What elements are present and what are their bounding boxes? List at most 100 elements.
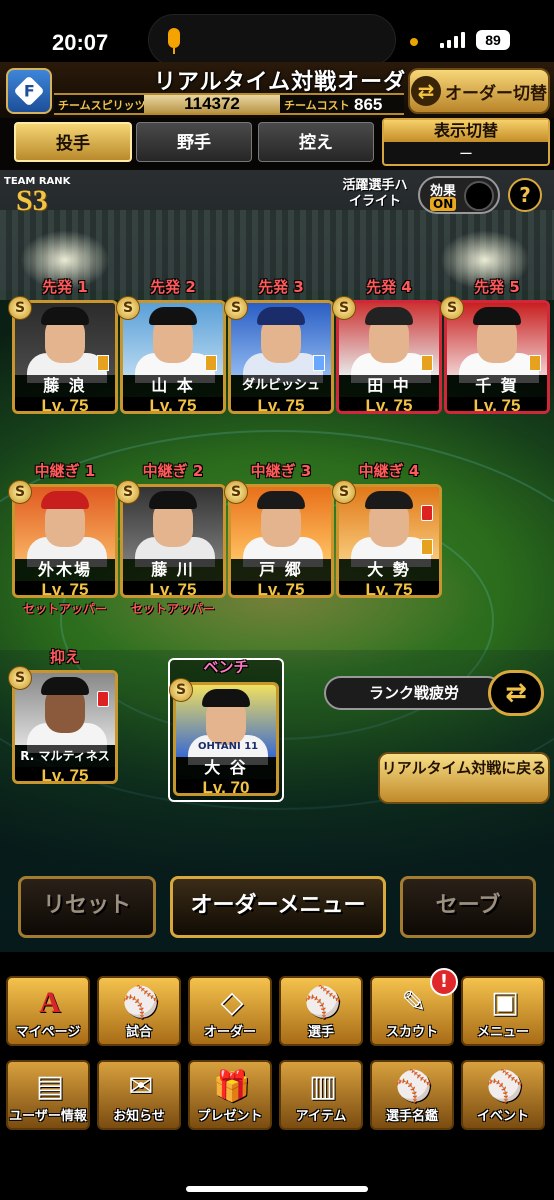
home-indicator[interactable] bbox=[186, 1186, 368, 1192]
card-position: 抑え bbox=[49, 648, 80, 666]
card-frame: 田 中 Lv. 75 bbox=[336, 300, 442, 414]
card-level: Lv. 75 bbox=[231, 397, 331, 411]
condition-chip bbox=[205, 355, 217, 371]
nav-user-info[interactable]: ▤ ユーザー情報 bbox=[6, 1060, 90, 1130]
card-player-name: 外木場 bbox=[15, 559, 115, 581]
card-player-name: 千 賀 bbox=[447, 375, 547, 397]
nav-label: アイテム bbox=[295, 1109, 347, 1124]
card-position: ベンチ bbox=[203, 658, 249, 676]
rank-s-badge-icon: S bbox=[440, 296, 464, 320]
card-frame: 大 勢 Lv. 75 bbox=[336, 484, 442, 598]
nav-players[interactable]: ⚾ 選手 bbox=[279, 976, 363, 1046]
bottom-navigation: A マイページ ⚾ 試合 ◇ オーダー ⚾ 選手 ✎ スカウト ! ▣ メニュー… bbox=[0, 968, 554, 1200]
position-tabs: 投手 野手 控え 表示切替 ー bbox=[0, 118, 554, 170]
tab-fielder[interactable]: 野手 bbox=[136, 122, 252, 162]
home-icon bbox=[421, 505, 433, 521]
card-player-name: ダルビッシュ bbox=[231, 375, 331, 397]
nav-label: マイページ bbox=[15, 1025, 81, 1040]
rank-s-badge-icon: S bbox=[8, 296, 32, 320]
team-cost-label: チームコスト bbox=[284, 99, 350, 112]
rank-fatigue-control[interactable]: ランク戦疲労 ⇄ bbox=[324, 670, 546, 716]
rank-s-badge-icon: S bbox=[224, 480, 248, 504]
team-rank-value: S3 bbox=[16, 184, 48, 217]
nav-item-bag[interactable]: ▥ アイテム bbox=[279, 1060, 363, 1130]
card-player-name: 藤 浪 bbox=[15, 375, 115, 397]
card-frame: 千 賀 Lv. 75 bbox=[444, 300, 550, 414]
card-player-name: 山 本 bbox=[123, 375, 223, 397]
card-level: Lv. 75 bbox=[123, 397, 223, 411]
nav-label: ユーザー情報 bbox=[9, 1109, 87, 1124]
card-level: Lv. 75 bbox=[231, 581, 331, 595]
card-position: 中継ぎ 3 bbox=[250, 462, 312, 480]
rank-s-badge-icon: S bbox=[332, 480, 356, 504]
card-level: Lv. 75 bbox=[15, 767, 115, 781]
help-button[interactable]: ? bbox=[508, 178, 542, 212]
card-frame: 外木場 Lv. 75 bbox=[12, 484, 118, 598]
tab-reserve[interactable]: 控え bbox=[258, 122, 374, 162]
card-position: 先発 3 bbox=[258, 278, 304, 296]
nav-label: お知らせ bbox=[113, 1109, 165, 1124]
nav-scout[interactable]: ✎ スカウト ! bbox=[370, 968, 458, 1046]
header: F リアルタイム対戦オーダー チームスピリッツ 114372 チームコスト 86… bbox=[0, 62, 554, 127]
diamond-field-icon: ◇ bbox=[220, 985, 244, 1020]
rank-s-badge-icon: S bbox=[332, 296, 356, 320]
reset-button[interactable]: リセット bbox=[18, 876, 156, 938]
card-position: 先発 1 bbox=[42, 278, 88, 296]
team-logo-button[interactable]: F bbox=[6, 68, 52, 114]
card-level: Lv. 75 bbox=[339, 581, 439, 595]
nav-label: 選手 bbox=[307, 1025, 334, 1040]
card-frame: ダルビッシュ Lv. 75 bbox=[228, 300, 334, 414]
rank-s-badge-icon: S bbox=[8, 480, 32, 504]
nav-event[interactable]: ⚾ イベント bbox=[461, 1060, 545, 1130]
scout-card-icon: ✎ bbox=[401, 985, 427, 1020]
tab-pitcher[interactable]: 投手 bbox=[14, 122, 132, 162]
alert-badge-icon: ! bbox=[430, 968, 458, 996]
card-level: Lv. 75 bbox=[123, 581, 223, 595]
card-position: 中継ぎ 2 bbox=[142, 462, 204, 480]
rank-s-badge-icon: S bbox=[169, 678, 193, 702]
card-frame: 山 本 Lv. 75 bbox=[120, 300, 226, 414]
display-switch-label: 表示切替 bbox=[384, 120, 548, 142]
signal-icon bbox=[440, 32, 465, 48]
swap-icon[interactable]: ⇄ bbox=[488, 670, 544, 716]
nav-order[interactable]: ◇ オーダー bbox=[188, 976, 272, 1046]
menu-box-icon: ▣ bbox=[490, 985, 520, 1020]
nav-mypage[interactable]: A マイページ bbox=[6, 976, 90, 1046]
news-icon: ✉ bbox=[128, 1069, 154, 1104]
nav-label: 試合 bbox=[125, 1025, 152, 1040]
save-button[interactable]: セーブ bbox=[400, 876, 536, 938]
order-menu-button[interactable]: オーダーメニュー bbox=[170, 876, 386, 938]
nav-news[interactable]: ✉ お知らせ bbox=[97, 1060, 181, 1130]
baseball-field-icon: ⚾ bbox=[122, 985, 160, 1020]
rank-s-badge-icon: S bbox=[224, 296, 248, 320]
toggle-knob bbox=[464, 181, 494, 211]
nav-present[interactable]: 🎁 プレゼント bbox=[188, 1060, 272, 1130]
condition-chip bbox=[529, 355, 541, 371]
card-player-name: 田 中 bbox=[339, 375, 439, 397]
card-position: 中継ぎ 4 bbox=[358, 462, 420, 480]
nav-game[interactable]: ⚾ 試合 bbox=[97, 976, 181, 1046]
item-book-icon: ▥ bbox=[308, 1069, 338, 1104]
rank-s-badge-icon: S bbox=[8, 666, 32, 690]
microphone-icon bbox=[168, 28, 180, 54]
battery-icon: 89 bbox=[476, 30, 510, 50]
display-switch-value: ー bbox=[459, 147, 473, 163]
condition-chip bbox=[421, 355, 433, 371]
nav-player-directory[interactable]: ⚾ 選手名鑑 bbox=[370, 1060, 454, 1130]
bat-ball-icon: ⚾ bbox=[486, 1069, 524, 1104]
effect-toggle[interactable]: 効果 ON bbox=[418, 176, 500, 214]
card-level: Lv. 75 bbox=[15, 581, 115, 595]
card-position: 先発 2 bbox=[150, 278, 196, 296]
card-player-name: 戸 郷 bbox=[231, 559, 331, 581]
display-switch-button[interactable]: 表示切替 ー bbox=[382, 118, 550, 166]
nav-label: メニュー bbox=[476, 1025, 529, 1040]
back-to-realtime-button[interactable]: リアルタイム対戦に戻る bbox=[378, 752, 550, 804]
nav-label: 選手名鑑 bbox=[385, 1109, 438, 1124]
stadium-field: TEAM RANK S3 活躍選手ハイライト 効果 ON ? 先発 1 藤 浪 … bbox=[0, 170, 554, 952]
rank-s-badge-icon: S bbox=[116, 480, 140, 504]
highlight-label: 活躍選手ハイライト bbox=[342, 178, 408, 209]
order-switch-button[interactable]: ⇄ オーダー切替 bbox=[408, 68, 550, 114]
status-time: 20:07 bbox=[52, 30, 109, 55]
nav-menu[interactable]: ▣ メニュー bbox=[461, 976, 545, 1046]
rank-s-badge-icon: S bbox=[116, 296, 140, 320]
